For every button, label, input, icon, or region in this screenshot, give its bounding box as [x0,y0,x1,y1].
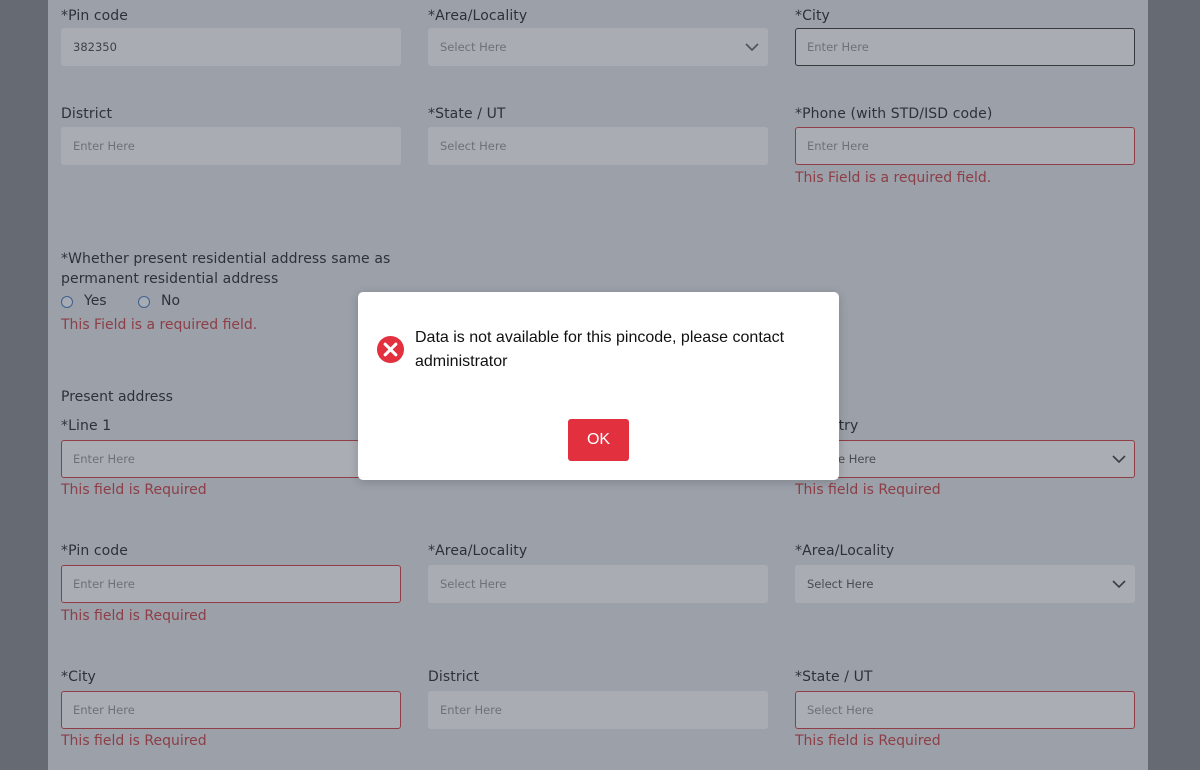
ok-button[interactable]: OK [568,419,629,461]
error-circle-x-icon [376,335,405,364]
dialog-message: Data is not available for this pincode, … [415,329,785,370]
error-dialog: Data is not available for this pincode, … [358,292,839,480]
